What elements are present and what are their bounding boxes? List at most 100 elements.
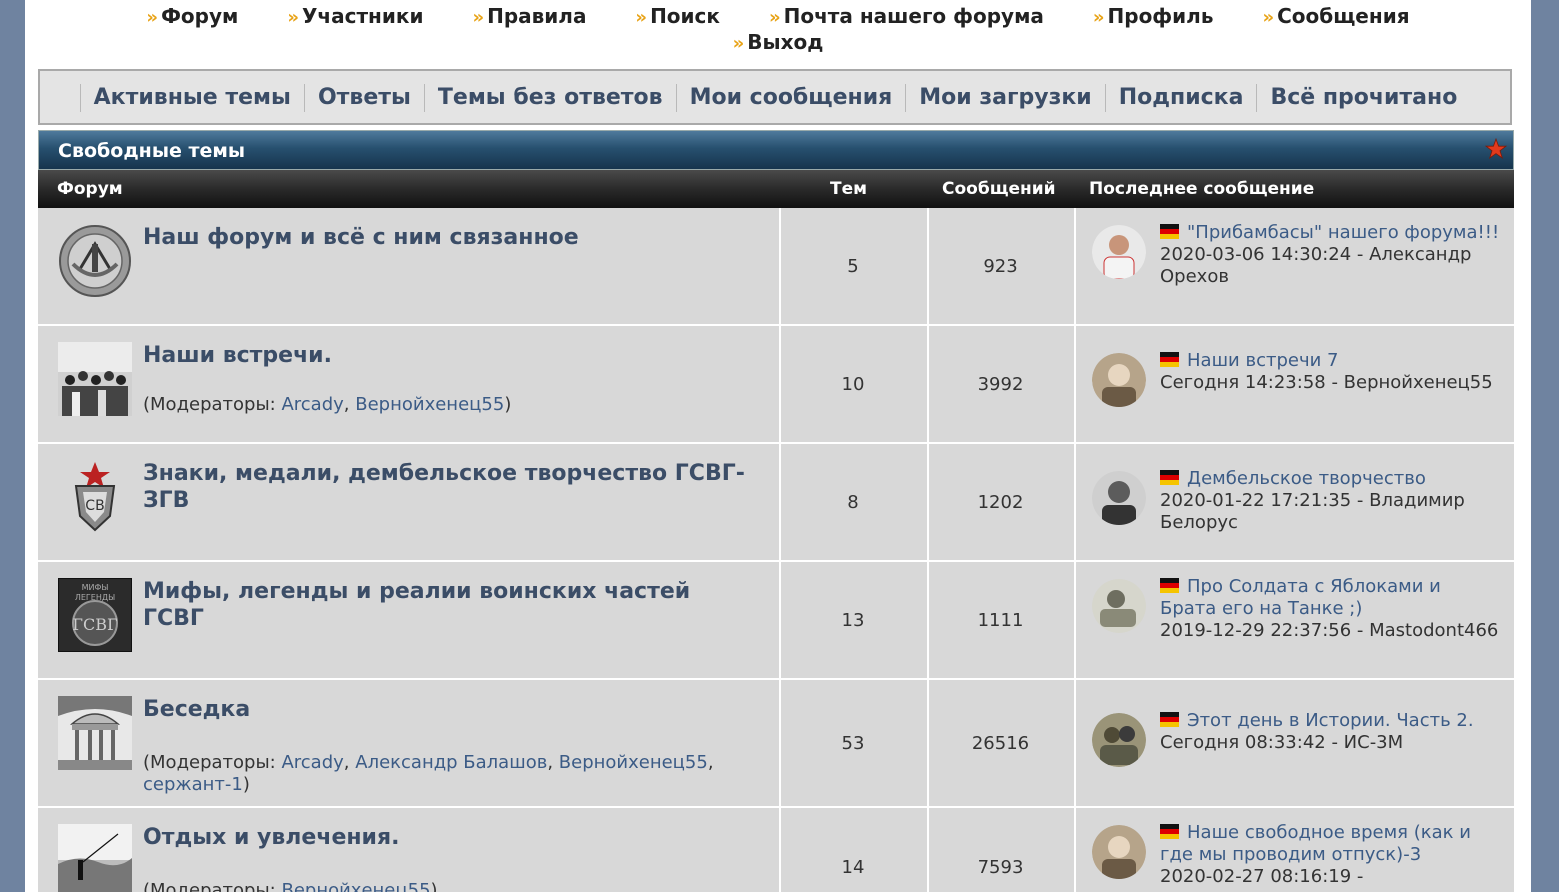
last-post-title[interactable]: Дембельское творчество — [1187, 468, 1426, 489]
flag-icon — [1160, 224, 1179, 239]
forum-list: Наш форум и всё с ним связанное 5 923 "П… — [38, 208, 1514, 892]
forum-row: Беседка (Модераторы: Arcady, Александр Б… — [38, 680, 1514, 808]
subnav-subscriptions[interactable]: Подписка — [1104, 83, 1257, 112]
avatar[interactable] — [1092, 225, 1146, 279]
svg-text:ЛЕГЕНДЫ: ЛЕГЕНДЫ — [75, 593, 115, 602]
forum-row: СВ Знаки, медали, дембельское творчество… — [38, 444, 1514, 562]
last-post-title[interactable]: Наши встречи 7 — [1187, 350, 1338, 371]
gazebo-icon — [58, 696, 132, 770]
last-post-meta: 2020-03-06 14:30:24 - Александр Орехов — [1160, 244, 1472, 287]
avatar[interactable] — [1092, 471, 1146, 525]
group-photo-icon — [58, 342, 132, 416]
badge-icon: СВ — [58, 460, 132, 534]
svg-text:МИФЫ: МИФЫ — [82, 583, 109, 592]
last-post-cell: Дембельское творчество 2020-01-22 17:21:… — [1074, 444, 1514, 560]
double-chevron-icon: » — [768, 7, 781, 28]
double-chevron-icon: » — [472, 7, 484, 28]
flag-icon — [1160, 352, 1179, 367]
subnav-unanswered[interactable]: Темы без ответов — [423, 83, 676, 112]
last-post-title[interactable]: Этот день в Истории. Часть 2. — [1187, 710, 1474, 731]
forum-cell: Наш форум и всё с ним связанное — [38, 208, 777, 324]
forum-cell: ГСВГ МИФЫ ЛЕГЕНДЫ Мифы, легенды и реалии… — [38, 562, 777, 678]
topics-count: 8 — [779, 444, 925, 560]
last-post-title[interactable]: Наше свободное время (как и где мы прово… — [1160, 822, 1471, 865]
double-chevron-icon: » — [732, 33, 745, 54]
forum-cell: Отдых и увлечения. (Модераторы: Вернойхе… — [38, 808, 777, 892]
avatar[interactable] — [1092, 825, 1146, 879]
moderator-link[interactable]: Arcady — [281, 752, 343, 773]
moderator-link[interactable]: Вернойхенец55 — [281, 880, 430, 892]
last-post-cell: "Прибамбасы" нашего форума!!! 2020-03-06… — [1074, 208, 1514, 324]
posts-count: 1111 — [927, 562, 1072, 678]
category-title: Свободные темы — [58, 140, 246, 162]
forum-title[interactable]: Беседка — [143, 696, 753, 723]
last-post-title[interactable]: "Прибамбасы" нашего форума!!! — [1187, 222, 1499, 243]
nav-logout[interactable]: » Выход — [733, 30, 824, 56]
emblem-icon — [59, 225, 131, 297]
moderators: (Модераторы: Arcady, Александр Балашов, … — [143, 752, 714, 795]
moderator-link[interactable]: Александр Балашов — [355, 752, 547, 773]
moderators-label: (Модераторы: — [143, 880, 282, 892]
moderator-link[interactable]: Arcady — [281, 394, 343, 415]
sub-nav: Активные темы Ответы Темы без ответов Мои с… — [38, 69, 1512, 125]
col-last-post: Последнее сообщение — [1089, 179, 1315, 199]
category-header: Свободные темы — [38, 130, 1514, 170]
nav-forum[interactable]: » Форум — [146, 4, 238, 30]
svg-text:СВ: СВ — [85, 498, 104, 514]
posts-count: 923 — [927, 208, 1072, 324]
topics-count: 53 — [779, 680, 925, 806]
moderators-label: (Модераторы: — [143, 752, 282, 773]
subnav-my-uploads[interactable]: Мои загрузки — [905, 83, 1104, 112]
double-chevron-icon: » — [635, 7, 647, 28]
table-header: Форум Тем Сообщений Последнее сообщение — [38, 170, 1514, 208]
top-nav-row-2: » Выход — [25, 30, 1531, 56]
last-post: Наше свободное время (как и где мы прово… — [1092, 822, 1502, 888]
moderators-label: (Модераторы: — [143, 394, 282, 415]
forum-title[interactable]: Отдых и увлечения. — [143, 824, 753, 851]
last-post-cell: Наши встречи 7 Сегодня 14:23:58 - Верной… — [1074, 326, 1514, 442]
svg-text:ГСВГ: ГСВГ — [72, 615, 117, 634]
subnav-my-posts[interactable]: Мои сообщения — [675, 83, 906, 112]
subnav-replies[interactable]: Ответы — [303, 83, 424, 112]
last-post: Этот день в Истории. Часть 2. Сегодня 08… — [1092, 710, 1502, 767]
top-nav: » Форум » Участники » Правила » Поиск » Почта… — [25, 4, 1531, 56]
nav-rules[interactable]: » Правила — [472, 4, 586, 30]
col-posts: Сообщений — [942, 179, 1056, 199]
nav-forum-mail[interactable]: » Почта нашего форума — [769, 4, 1044, 30]
last-post-meta: 2020-02-27 08:16:19 - — [1160, 866, 1364, 887]
last-post-cell: Этот день в Истории. Часть 2. Сегодня 08… — [1074, 680, 1514, 806]
last-post-title[interactable]: Про Солдата с Яблоками и Брата его на Та… — [1160, 576, 1441, 619]
forum-row: Наш форум и всё с ним связанное 5 923 "П… — [38, 208, 1514, 326]
subnav-active-topics[interactable]: Активные темы — [79, 83, 304, 112]
avatar[interactable] — [1092, 579, 1146, 633]
nav-messages[interactable]: » Сообщения — [1262, 4, 1409, 30]
subnav-mark-all-read[interactable]: Всё прочитано — [1256, 83, 1470, 112]
forum-title[interactable]: Мифы, легенды и реалии воинских частей Г… — [143, 578, 753, 632]
double-chevron-icon: » — [146, 7, 158, 28]
forum-row: Наши встречи. (Модераторы: Arcady, Верно… — [38, 326, 1514, 444]
avatar[interactable] — [1092, 353, 1146, 407]
forum-cell: Беседка (Модераторы: Arcady, Александр Б… — [38, 680, 777, 806]
flag-icon — [1160, 470, 1179, 485]
nav-profile[interactable]: » Профиль — [1093, 4, 1214, 30]
flag-icon — [1160, 824, 1179, 839]
moderators-suffix: ) — [430, 880, 438, 892]
star-icon[interactable] — [1485, 138, 1507, 160]
moderator-link[interactable]: Вернойхенец55 — [559, 752, 708, 773]
forum-row: ГСВГ МИФЫ ЛЕГЕНДЫ Мифы, легенды и реалии… — [38, 562, 1514, 680]
posts-count: 1202 — [927, 444, 1072, 560]
avatar[interactable] — [1092, 713, 1146, 767]
flag-icon — [1160, 712, 1179, 727]
nav-search[interactable]: » Поиск — [635, 4, 720, 30]
moderators: (Модераторы: Вернойхенец55) — [143, 880, 753, 892]
forum-title[interactable]: Наши встречи. — [143, 342, 753, 369]
double-chevron-icon: » — [1092, 7, 1105, 28]
moderator-link[interactable]: сержант-1 — [143, 774, 243, 795]
forum-title[interactable]: Знаки, медали, дембельское творчество ГС… — [143, 460, 753, 514]
nav-members[interactable]: » Участники — [287, 4, 423, 30]
forum-title[interactable]: Наш форум и всё с ним связанное — [143, 224, 753, 251]
moderators-suffix: ) — [504, 394, 512, 415]
moderator-link[interactable]: Вернойхенец55 — [355, 394, 504, 415]
last-post: Наши встречи 7 Сегодня 14:23:58 - Верной… — [1092, 350, 1502, 407]
last-post-cell: Наше свободное время (как и где мы прово… — [1074, 808, 1514, 892]
